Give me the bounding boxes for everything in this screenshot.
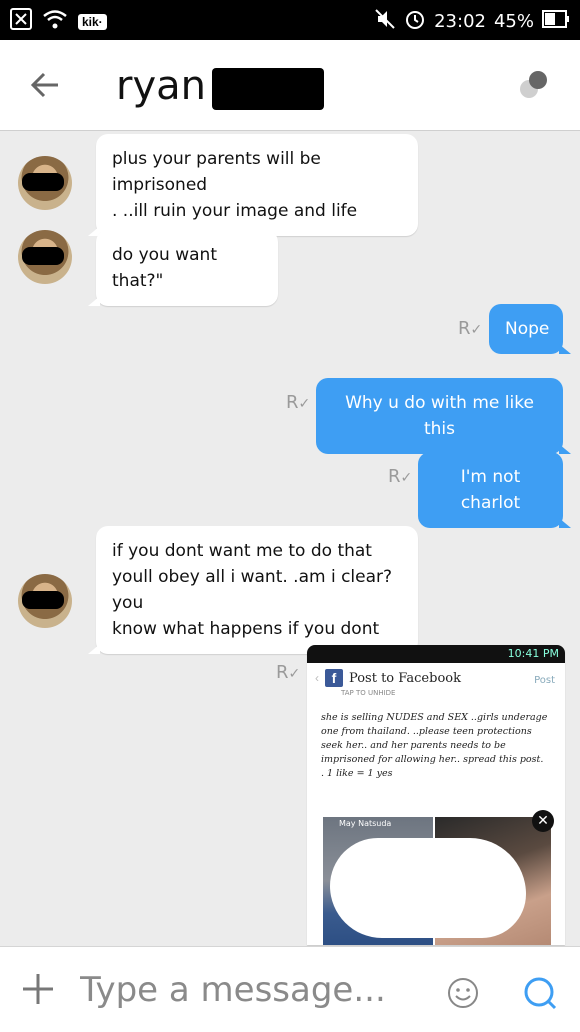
fb-post-title: Post to Facebook xyxy=(349,670,461,686)
fb-text-line: seek her.. and her parents needs to be xyxy=(321,740,506,751)
censor-blob xyxy=(330,838,526,938)
message-input[interactable] xyxy=(78,961,412,1019)
status-bar: kik· 23:02 45% xyxy=(0,0,580,40)
fb-text-line: she is selling NUDES and SEX ..girls und… xyxy=(321,712,548,723)
chevron-left-icon: ‹ xyxy=(315,671,319,685)
wifi-icon xyxy=(42,8,68,35)
message-line: youll obey all i want. .am i clear?you xyxy=(112,567,393,613)
avatar[interactable] xyxy=(18,574,72,628)
outgoing-message[interactable]: Nope xyxy=(489,304,571,354)
search-icon[interactable] xyxy=(522,975,558,1011)
mute-icon xyxy=(374,8,396,35)
message-line: do you want that?" xyxy=(112,245,217,291)
facebook-logo-icon: f xyxy=(325,669,343,687)
message-text: I'm not charlot xyxy=(460,467,521,513)
read-receipt-icon: R✓ xyxy=(458,318,483,339)
incoming-message[interactable]: plus your parents will be imprisoned . .… xyxy=(88,134,418,236)
contact-title[interactable]: ryan xyxy=(116,62,324,110)
smiley-icon[interactable] xyxy=(447,977,479,1009)
message-input-bar xyxy=(0,946,580,1032)
fb-post-button: Post xyxy=(534,675,555,686)
incoming-message[interactable]: do you want that?" xyxy=(88,230,278,306)
back-arrow-icon[interactable] xyxy=(28,68,62,102)
message-line: . ..ill ruin your image and life xyxy=(112,201,358,221)
fb-text-line: imprisoned for allowing her.. spread thi… xyxy=(321,754,544,765)
battery-icon xyxy=(542,10,570,33)
close-box-icon xyxy=(10,8,32,35)
fb-sub-label: TAP TO UNHIDE xyxy=(341,689,396,697)
message-line: know what happens if you dont xyxy=(112,619,380,639)
avatar[interactable] xyxy=(18,230,72,284)
read-receipt-icon: R✓ xyxy=(388,466,413,487)
message-text: Nope xyxy=(505,319,550,339)
chat-header: ryan xyxy=(0,40,580,131)
screenshot-status-bar: 10:41 PM xyxy=(307,645,565,663)
fb-post-text: she is selling NUDES and SEX ..girls und… xyxy=(307,697,565,781)
outgoing-message[interactable]: Why u do with me like this xyxy=(316,378,571,454)
outgoing-message[interactable]: I'm not charlot xyxy=(418,452,571,528)
incoming-message[interactable]: if you dont want me to do that youll obe… xyxy=(88,526,418,654)
read-receipt-icon: R✓ xyxy=(286,392,311,413)
fb-post-header: ‹ f Post to Facebook xyxy=(307,663,565,689)
plus-icon[interactable] xyxy=(20,971,56,1007)
redaction-bar xyxy=(211,68,324,110)
kik-icon: kik· xyxy=(78,13,107,30)
message-text: Why u do with me like this xyxy=(345,393,534,439)
clock-time: 23:02 xyxy=(434,11,486,32)
fb-text-line: one from thailand. ..please teen protect… xyxy=(321,726,532,737)
read-receipt-icon: R✓ xyxy=(276,662,301,683)
message-line: plus your parents will be imprisoned xyxy=(112,149,321,195)
close-icon[interactable]: ✕ xyxy=(532,810,554,832)
message-line: if you dont want me to do that xyxy=(112,541,372,561)
alarm-icon xyxy=(404,8,426,35)
avatar[interactable] xyxy=(18,156,72,210)
fb-text-line: . 1 like = 1 yes xyxy=(321,768,393,779)
profile-dots-icon[interactable] xyxy=(518,68,550,104)
photo-label: May Natsuda xyxy=(339,819,392,828)
contact-name: ryan xyxy=(116,63,206,109)
battery-percent: 45% xyxy=(493,11,534,32)
